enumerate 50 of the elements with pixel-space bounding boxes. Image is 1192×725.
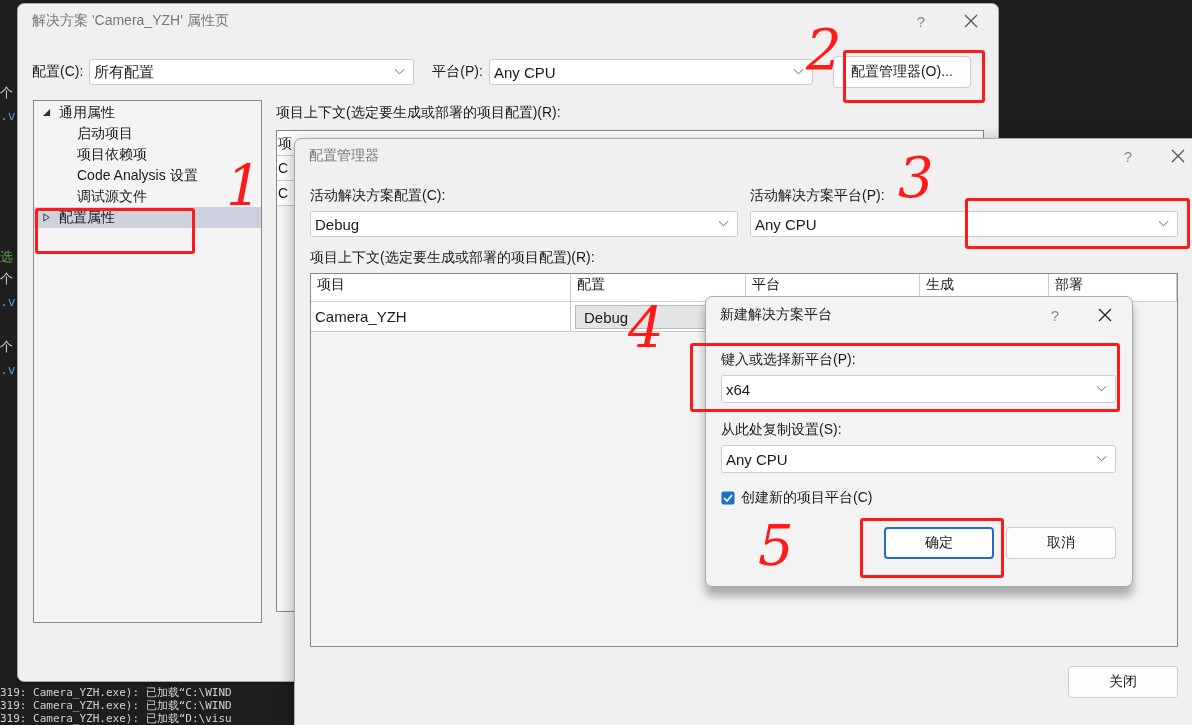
expand-icon[interactable] xyxy=(42,213,51,222)
code-fragment: 个 xyxy=(0,84,13,102)
code-fragment: 选 xyxy=(0,248,13,266)
config-label: 配置(C): xyxy=(32,63,84,81)
active-config-label: 活动解决方案配置(C): xyxy=(310,187,447,205)
code-fragment: 个 xyxy=(0,338,13,356)
active-config-dropdown[interactable]: Debug xyxy=(310,211,738,237)
close-icon[interactable] xyxy=(964,14,978,28)
output-line: 319: Camera_YZH.exe): 已加载“C:\WIND xyxy=(0,699,232,712)
tree-item[interactable]: 调试源文件 xyxy=(77,186,147,207)
window-title: 解决方案 'Camera_YZH' 属性页 xyxy=(32,12,230,30)
copy-settings-label: 从此处复制设置(S): xyxy=(721,421,843,439)
chevron-down-icon[interactable] xyxy=(1096,455,1107,463)
column-header: 配置 xyxy=(571,274,746,302)
close-icon[interactable] xyxy=(1171,149,1185,163)
collapse-icon[interactable] xyxy=(42,108,51,117)
context-label: 项目上下文(选定要生成或部署的项目配置)(R): xyxy=(276,104,562,122)
code-fragment: .v xyxy=(0,294,16,309)
ok-button[interactable]: 确定 xyxy=(884,527,994,559)
active-platform-label: 活动解决方案平台(P): xyxy=(750,187,886,205)
context-label: 项目上下文(选定要生成或部署的项目配置)(R): xyxy=(310,249,596,267)
copy-settings-dropdown[interactable]: Any CPU xyxy=(721,445,1116,473)
output-line: 319: Camera_YZH.exe): 已加载“C:\WIND xyxy=(0,686,232,699)
code-fragment: 个 xyxy=(0,270,13,288)
cancel-button[interactable]: 取消 xyxy=(1006,527,1116,559)
chevron-down-icon[interactable] xyxy=(718,220,729,228)
column-header: 项目 xyxy=(311,274,571,302)
checkbox-label: 创建新的项目平台(C) xyxy=(741,489,873,507)
active-platform-dropdown[interactable]: Any CPU xyxy=(750,211,1178,237)
tree-item[interactable]: 项目依赖项 xyxy=(77,144,147,165)
code-fragment: .v xyxy=(0,362,16,377)
tree-item[interactable]: 配置属性 xyxy=(34,207,261,228)
new-platform-label: 键入或选择新平台(P): xyxy=(721,351,857,369)
chevron-down-icon[interactable] xyxy=(792,68,804,76)
platform-label: 平台(P): xyxy=(432,63,483,81)
annotation-number: 5 xyxy=(758,518,794,574)
checkbox[interactable] xyxy=(721,491,735,505)
output-line: 319: Camera_YZH.exe): 已加载“D:\visu xyxy=(0,712,232,725)
chevron-down-icon[interactable] xyxy=(1096,385,1107,393)
close-icon[interactable] xyxy=(1098,308,1112,322)
close-button[interactable]: 关闭 xyxy=(1068,666,1178,698)
tree-item[interactable]: 通用属性 xyxy=(34,102,261,123)
chevron-down-icon[interactable] xyxy=(1158,220,1169,228)
tree-item[interactable]: 启动项目 xyxy=(77,123,133,144)
table-cell: Camera_YZH xyxy=(311,302,571,332)
chevron-down-icon[interactable] xyxy=(394,68,406,76)
new-platform-combo[interactable]: x64 xyxy=(721,375,1116,403)
config-dropdown[interactable]: 所有配置 xyxy=(89,59,415,85)
tree-item[interactable]: Code Analysis 设置 xyxy=(77,165,198,186)
code-fragment: .v xyxy=(0,108,16,123)
